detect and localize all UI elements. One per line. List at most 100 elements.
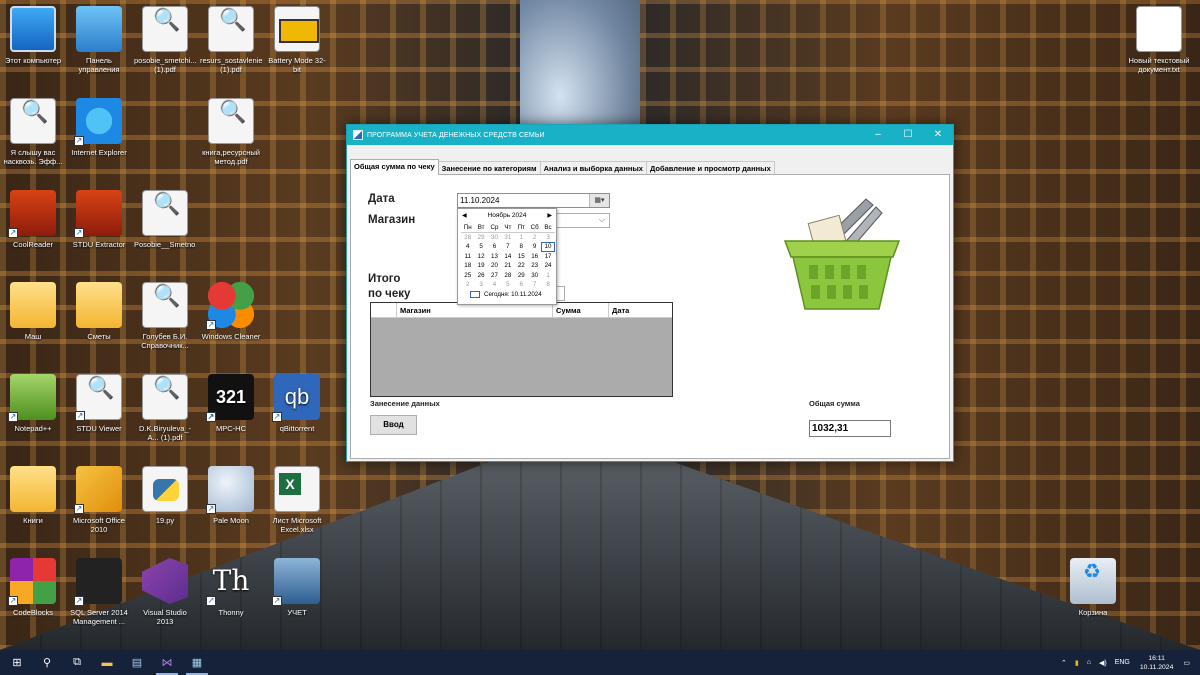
- language-indicator[interactable]: ENG: [1115, 659, 1130, 666]
- calendar-day[interactable]: 1: [515, 233, 528, 243]
- grid-column-sum[interactable]: Сумма: [553, 303, 609, 317]
- grid-row-header[interactable]: [371, 303, 397, 317]
- desktop-icon[interactable]: D.K.Biryuleva_-A... (1).pdf: [134, 374, 196, 442]
- desktop-icon[interactable]: Posobie__Smetno...: [134, 190, 196, 249]
- calendar-day[interactable]: 2: [528, 233, 541, 243]
- desktop-icon[interactable]: ↗ SQL Server 2014 Management ...: [68, 558, 130, 626]
- desktop-icon[interactable]: ↗ Windows Cleaner: [200, 282, 262, 341]
- calendar-day[interactable]: 6: [515, 280, 528, 290]
- calendar-day[interactable]: 21: [501, 261, 514, 271]
- desktop-icon[interactable]: qb ↗ qBittorrent: [266, 374, 328, 433]
- calendar-day[interactable]: 17: [541, 252, 554, 262]
- calendar-day[interactable]: 7: [501, 242, 514, 252]
- calendar-day[interactable]: 5: [501, 280, 514, 290]
- task-view-icon[interactable]: ⧉: [62, 650, 92, 675]
- calendar-popup[interactable]: ◀ Ноябрь 2024 ▶ Пн Вт Ср Чт Пт Сб Вс 28 29 30 31 1 2…: [457, 208, 557, 305]
- calendar-dropdown-icon[interactable]: ▦▾: [589, 194, 609, 207]
- clock[interactable]: 16:11 10.11.2024: [1140, 654, 1174, 672]
- calendar-day[interactable]: 29: [474, 233, 487, 243]
- grid-column-shop[interactable]: Магазин: [397, 303, 553, 317]
- notifications-icon[interactable]: ▭: [1183, 659, 1190, 667]
- calendar-day[interactable]: 19: [474, 261, 487, 271]
- desktop-icon[interactable]: ↗ Pale Moon: [200, 466, 262, 525]
- desktop-icon[interactable]: книга,ресурсный метод.pdf: [200, 98, 262, 166]
- desktop-icon[interactable]: Этот компьютер: [2, 6, 64, 65]
- minimize-button[interactable]: –: [863, 125, 893, 145]
- calendar-day[interactable]: 1: [541, 271, 554, 281]
- calendar-day[interactable]: 29: [515, 271, 528, 281]
- calendar-next-icon[interactable]: ▶: [547, 209, 552, 223]
- calendar-day[interactable]: 11: [461, 252, 474, 262]
- accounting-app-icon[interactable]: ▦: [182, 650, 212, 675]
- desktop-icon[interactable]: resurs_sostavlenie (1).pdf: [200, 6, 262, 74]
- desktop-icon[interactable]: ↗ Microsoft Office 2010: [68, 466, 130, 534]
- calendar-day[interactable]: 8: [541, 280, 554, 290]
- desktop-icon[interactable]: ↗ Visual Studio 2013: [134, 558, 196, 626]
- calendar-day[interactable]: 27: [488, 271, 501, 281]
- calendar-day[interactable]: 3: [541, 233, 554, 243]
- calendar-day[interactable]: 25: [461, 271, 474, 281]
- desktop-icon[interactable]: Лист Microsoft Excel.xlsx: [266, 466, 328, 534]
- desktop-icon[interactable]: Книги: [2, 466, 64, 525]
- network-icon[interactable]: ⌂: [1087, 659, 1091, 666]
- chevron-up-icon[interactable]: ⌃: [1061, 659, 1067, 667]
- calendar-day-today[interactable]: 10: [541, 242, 555, 252]
- tab-entry-by-category[interactable]: Занесение по категориям: [437, 161, 541, 175]
- calendar-day[interactable]: 14: [501, 252, 514, 262]
- desktop-icon[interactable]: ↗ УЧЕТ: [266, 558, 328, 617]
- visual-studio-icon[interactable]: ⋈: [152, 650, 182, 675]
- desktop-icon[interactable]: ↗ STDU Extractor: [68, 190, 130, 249]
- volume-icon[interactable]: ◀): [1099, 659, 1107, 667]
- calendar-day[interactable]: 24: [541, 261, 554, 271]
- receipts-grid[interactable]: Магазин Сумма Дата: [370, 302, 673, 397]
- desktop-icon[interactable]: Панель управления: [68, 6, 130, 74]
- total-sum-field[interactable]: 1032,31: [809, 420, 891, 437]
- file-explorer-icon[interactable]: ▬: [92, 650, 122, 675]
- calendar-day[interactable]: 28: [461, 233, 474, 243]
- enter-button[interactable]: Ввод: [370, 415, 417, 435]
- notepad-icon[interactable]: ▤: [122, 650, 152, 675]
- desktop-icon[interactable]: Я слышу вас насквозь. Эфф...: [2, 98, 64, 166]
- desktop-icon[interactable]: Battery Mode 32-bit: [266, 6, 328, 74]
- tab-total-by-receipt[interactable]: Общая сумма по чеку: [350, 159, 439, 175]
- desktop-icon[interactable]: ↗ Internet Explorer: [68, 98, 130, 157]
- calendar-day[interactable]: 28: [501, 271, 514, 281]
- calendar-day[interactable]: 15: [515, 252, 528, 262]
- desktop-icon[interactable]: Сметы: [68, 282, 130, 341]
- desktop-icon[interactable]: ↗ Notepad++: [2, 374, 64, 433]
- desktop-icon[interactable]: 321 ↗ MPC-HC: [200, 374, 262, 433]
- calendar-day[interactable]: 16: [528, 252, 541, 262]
- calendar-day[interactable]: 8: [515, 242, 528, 252]
- desktop-icon[interactable]: Th ↗ Thonny: [200, 558, 262, 617]
- calendar-day[interactable]: 5: [474, 242, 487, 252]
- desktop-icon[interactable]: Корзина: [1062, 558, 1124, 617]
- calendar-day[interactable]: 6: [488, 242, 501, 252]
- calendar-day[interactable]: 2: [461, 280, 474, 290]
- date-picker[interactable]: 11.10.2024 ▦▾: [457, 193, 610, 208]
- maximize-button[interactable]: ☐: [893, 125, 923, 145]
- calendar-day[interactable]: 22: [515, 261, 528, 271]
- calendar-day[interactable]: 18: [461, 261, 474, 271]
- calendar-day[interactable]: 7: [528, 280, 541, 290]
- calendar-day[interactable]: 4: [488, 280, 501, 290]
- calendar-today[interactable]: Сегодня: 10.11.2024: [458, 290, 556, 298]
- desktop-icon[interactable]: Маш: [2, 282, 64, 341]
- calendar-day[interactable]: 30: [488, 233, 501, 243]
- calendar-day[interactable]: 30: [528, 271, 541, 281]
- calendar-day[interactable]: 31: [501, 233, 514, 243]
- desktop-icon[interactable]: ↗ STDU Viewer: [68, 374, 130, 433]
- desktop-icon[interactable]: Голубев Б.И. Справочник...: [134, 282, 196, 350]
- close-button[interactable]: ✕: [923, 125, 953, 145]
- calendar-day[interactable]: 4: [461, 242, 474, 252]
- desktop-icon[interactable]: ↗ CoolReader: [2, 190, 64, 249]
- windows-start-icon[interactable]: ⊞: [2, 650, 32, 675]
- search-icon[interactable]: ⚲: [32, 650, 62, 675]
- calendar-day[interactable]: 9: [528, 242, 541, 252]
- tab-add-view-data[interactable]: Добавление и просмотр данных: [645, 161, 775, 175]
- calendar-day[interactable]: 26: [474, 271, 487, 281]
- calendar-day[interactable]: 23: [528, 261, 541, 271]
- battery-tray-icon[interactable]: ▮: [1075, 659, 1079, 667]
- desktop-icon[interactable]: posobie_smetchi... (1).pdf: [134, 6, 196, 74]
- title-bar[interactable]: ПРОГРАММА УЧЕТА ДЕНЕЖНЫХ СРЕДСТВ СЕМЬИ –…: [347, 125, 953, 145]
- calendar-day[interactable]: 12: [474, 252, 487, 262]
